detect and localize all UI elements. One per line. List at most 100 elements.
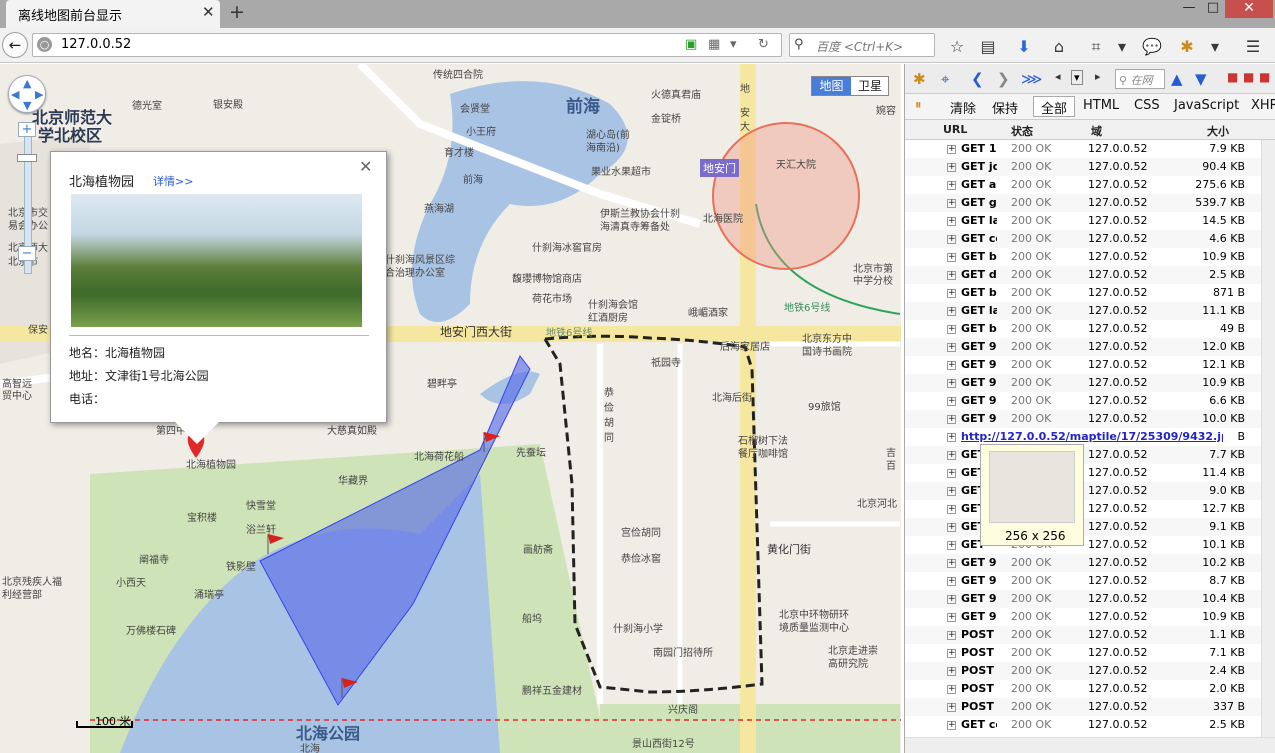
tab-close-button[interactable]: ✕ — [202, 3, 215, 21]
minimize-panel-icon[interactable]: ■ — [1227, 70, 1238, 84]
request-url[interactable]: GET 94 — [961, 610, 997, 623]
chevron-down-icon[interactable]: ▾ — [1110, 37, 1134, 56]
request-url[interactable]: POST s — [961, 700, 997, 713]
tab-persist[interactable]: 保持 — [992, 98, 1018, 117]
expand-row-icon[interactable]: + — [947, 721, 956, 730]
request-url[interactable]: GET bl — [961, 322, 997, 335]
network-request-row[interactable]: + GET 12 200 OK 127.0.0.52 7.9 KB — [905, 140, 1261, 158]
devtools-vertical-scrollbar[interactable] — [1261, 140, 1275, 737]
network-request-row[interactable]: + GET br 200 OK 127.0.0.52 10.9 KB — [905, 248, 1261, 266]
chevron-down-icon[interactable]: ▾ — [1071, 70, 1083, 85]
network-request-row[interactable]: + GET 94 200 OK 127.0.0.52 10.0 KB — [905, 410, 1261, 428]
expand-row-icon[interactable]: + — [947, 361, 956, 370]
expand-row-icon[interactable]: + — [947, 469, 956, 478]
expand-row-icon[interactable]: + — [947, 487, 956, 496]
forward-arrow-icon[interactable]: ❯ — [997, 70, 1010, 88]
network-request-row[interactable]: + GET 94 200 OK 127.0.0.52 12.1 KB — [905, 356, 1261, 374]
network-request-row[interactable]: + GET cc 200 OK 127.0.0.52 4.6 KB — [905, 230, 1261, 248]
shield-icon[interactable]: ▣ — [685, 37, 697, 52]
column-size[interactable]: 大小 — [1207, 123, 1229, 139]
expand-row-icon[interactable]: + — [947, 163, 956, 172]
request-url[interactable]: GET 94 — [961, 412, 997, 425]
back-arrow-icon[interactable]: ❮ — [971, 70, 984, 88]
network-request-row[interactable]: + POST s 200 OK 127.0.0.52 1.1 KB — [905, 626, 1261, 644]
map-type-switch[interactable]: 地图 卫星 — [811, 76, 889, 96]
expand-row-icon[interactable]: + — [947, 253, 956, 262]
new-tab-button[interactable]: + — [229, 1, 245, 23]
expand-row-icon[interactable]: + — [947, 559, 956, 568]
expand-row-icon[interactable]: + — [947, 415, 956, 424]
expand-row-icon[interactable]: + — [947, 541, 956, 550]
network-request-row[interactable]: + GET 94 200 OK 127.0.0.52 10.9 KB — [905, 608, 1261, 626]
console-icon[interactable]: ⋙ — [1021, 70, 1042, 88]
expand-row-icon[interactable]: + — [947, 613, 956, 622]
network-request-row[interactable]: + GET dr 200 OK 127.0.0.52 2.5 KB — [905, 266, 1261, 284]
minimize-button[interactable]: — — [1177, 0, 1201, 18]
devtools-horizontal-scrollbar[interactable] — [905, 737, 1275, 753]
chevron-down-icon[interactable]: ▾ — [1203, 37, 1227, 56]
map-type-map-button[interactable]: 地图 — [812, 77, 851, 95]
window-close-button[interactable]: ✕ — [1225, 0, 1273, 18]
request-url[interactable]: GET ap — [961, 178, 997, 191]
expand-row-icon[interactable]: + — [947, 235, 956, 244]
pause-icon[interactable]: ⏸ — [915, 98, 922, 113]
column-url[interactable]: URL — [943, 123, 967, 136]
expand-row-icon[interactable]: + — [947, 397, 956, 406]
tab-clear[interactable]: 清除 — [950, 98, 976, 117]
network-request-row[interactable]: + GET bl 200 OK 127.0.0.52 871 B — [905, 284, 1261, 302]
request-url[interactable]: GET 94 — [961, 592, 997, 605]
bookmark-star-icon[interactable]: ☆ — [945, 37, 969, 56]
network-request-row[interactable]: + GET ap 200 OK 127.0.0.52 275.6 KB — [905, 176, 1261, 194]
reading-list-icon[interactable]: ▤ — [976, 37, 1000, 56]
expand-row-icon[interactable]: + — [947, 181, 956, 190]
request-url[interactable]: POST s — [961, 646, 997, 659]
request-url[interactable]: GET 94 — [961, 574, 997, 587]
request-url[interactable]: POST s — [961, 664, 997, 677]
firebug-icon[interactable]: ✱ — [913, 70, 926, 88]
map-pan-control[interactable]: ▲ ◀ ▶ ▼ — [8, 75, 46, 113]
network-request-row[interactable]: + POST s 200 OK 127.0.0.52 7.1 KB — [905, 644, 1261, 662]
request-url[interactable]: GET la — [961, 304, 997, 317]
menu-icon[interactable]: ☰ — [1241, 37, 1265, 56]
request-url[interactable]: GET br — [961, 250, 997, 263]
request-url[interactable]: POST s — [961, 628, 997, 641]
pan-right-icon[interactable]: ▶ — [35, 88, 43, 101]
url-text[interactable]: 127.0.0.52 — [61, 37, 131, 52]
firebug-icon[interactable]: ✱ — [1175, 37, 1199, 56]
map-view[interactable]: 北京师范大 学北校区 前海 北海公园 传统四合院 火德真君庙 德光室 银安殿 地… — [0, 64, 901, 753]
crop-icon[interactable]: ⌗ — [1084, 37, 1108, 57]
browser-tab[interactable]: 离线地图前台显示 ✕ — [6, 0, 220, 28]
expand-row-icon[interactable]: + — [947, 577, 956, 586]
search-down-icon[interactable]: ▼ — [1195, 70, 1207, 88]
expand-row-icon[interactable]: + — [947, 289, 956, 298]
request-url[interactable]: http://127.0.0.52/maptile/17/25309/9432.… — [961, 430, 1223, 443]
network-request-row[interactable]: + GET 94 200 OK 127.0.0.52 6.6 KB — [905, 392, 1261, 410]
request-url[interactable]: GET dr — [961, 268, 997, 281]
url-bar[interactable]: ○ 127.0.0.52 ▣ ▦ ▾ ↻ — [32, 33, 782, 57]
qr-code-icon[interactable]: ▦ — [708, 37, 720, 52]
column-domain[interactable]: 域 — [1091, 123, 1102, 139]
expand-row-icon[interactable]: + — [947, 325, 956, 334]
request-url[interactable]: GET 94 — [961, 376, 997, 389]
tab-xhr[interactable]: XHR — [1251, 98, 1275, 113]
tab-all[interactable]: 全部 — [1041, 98, 1067, 117]
column-status[interactable]: 状态 — [1011, 123, 1033, 139]
request-url[interactable]: GET 94 — [961, 340, 997, 353]
network-request-row[interactable]: + POST s 200 OK 127.0.0.52 2.0 KB — [905, 680, 1261, 698]
tab-css[interactable]: CSS — [1134, 98, 1160, 113]
expand-row-icon[interactable]: + — [947, 649, 956, 658]
network-request-row[interactable]: + GET cc 200 OK 127.0.0.52 2.5 KB — [905, 716, 1261, 734]
expand-row-icon[interactable]: + — [947, 199, 956, 208]
request-url[interactable]: GET la — [961, 214, 997, 227]
expand-row-icon[interactable]: + — [947, 217, 956, 226]
zoom-slider-thumb[interactable] — [17, 154, 37, 162]
inspect-icon[interactable]: ⌖ — [941, 70, 949, 88]
reload-icon[interactable]: ↻ — [758, 37, 769, 52]
network-request-row[interactable]: + GET 94 200 OK 127.0.0.52 8.7 KB — [905, 572, 1261, 590]
network-request-row[interactable]: + GET la 200 OK 127.0.0.52 14.5 KB — [905, 212, 1261, 230]
request-url[interactable]: GET 12 — [961, 142, 997, 155]
home-icon[interactable]: ⌂ — [1047, 37, 1071, 56]
pan-down-icon[interactable]: ▼ — [23, 99, 31, 112]
network-request-row[interactable]: + GET 94 200 OK 127.0.0.52 10.9 KB — [905, 374, 1261, 392]
request-url[interactable]: GET 94 — [961, 556, 997, 569]
